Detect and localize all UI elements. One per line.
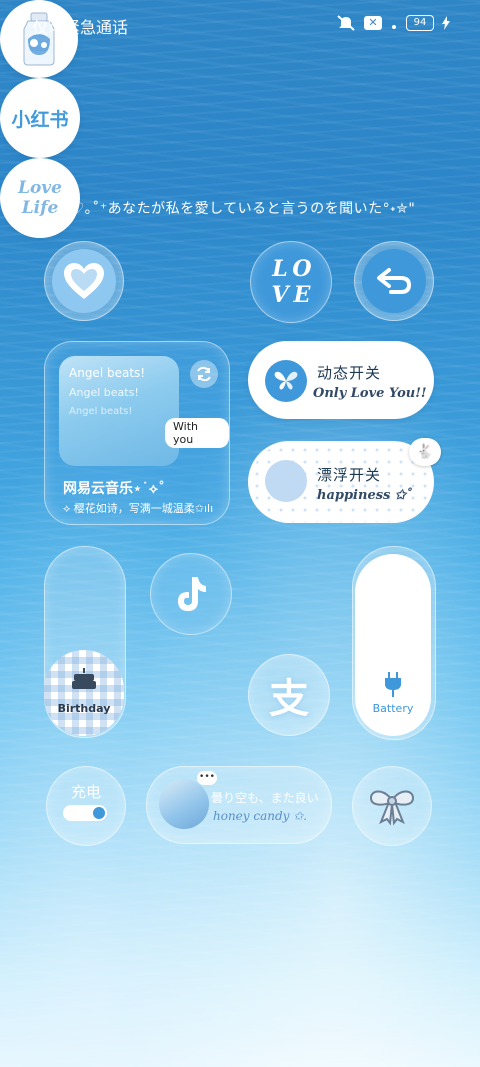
love-word: Love xyxy=(18,178,62,198)
carrier-status: 仅可紧急通话 xyxy=(32,18,129,37)
floating-switch-subtitle: happiness ✩˚ xyxy=(317,488,413,503)
refresh-icon xyxy=(197,366,211,382)
tiktok-icon xyxy=(178,577,206,611)
album-art: Angel beats! Angel beats! Angel beats! xyxy=(59,356,179,466)
heart-app-button[interactable] xyxy=(44,241,124,321)
battery-icon: 94 xyxy=(406,15,434,31)
battery-widget[interactable]: Battery xyxy=(355,554,431,736)
back-app-button[interactable] xyxy=(354,241,434,321)
cake-icon xyxy=(72,668,96,689)
xiaohongshu-app-button[interactable]: 小红书 xyxy=(0,78,80,158)
alipay-app-button[interactable]: 支 xyxy=(248,654,330,736)
dynamic-switch-title: 动态开关 xyxy=(317,364,382,382)
music-subtitle: ⟡ 樱花如诗，写满一城温柔✩ılı xyxy=(63,502,214,515)
mute-icon xyxy=(337,15,355,31)
honey-line-1: 曇り空も、また良い xyxy=(211,791,319,805)
honey-line-2: honey candy ✩. xyxy=(213,809,308,823)
music-widget[interactable]: Angel beats! Angel beats! Angel beats! W… xyxy=(44,341,230,525)
xiaohongshu-label: 小红书 xyxy=(11,108,69,131)
wifi-off-icon xyxy=(392,25,396,29)
status-bar: 仅可紧急通话 ✕ 94 xyxy=(0,0,480,48)
no-sim-icon: ✕ xyxy=(364,16,382,30)
love-app-button[interactable]: L O V E xyxy=(250,241,332,323)
floating-switch-widget[interactable]: 漂浮开关 happiness ✩˚ 🐇 xyxy=(248,438,441,523)
honey-avatar xyxy=(159,779,209,829)
ocean-wallpaper xyxy=(0,0,480,1067)
bunny-thought-icon: 🐇 xyxy=(409,438,441,466)
heart-icon xyxy=(64,263,104,299)
chat-bubble-icon: ••• xyxy=(197,771,217,785)
charge-widget[interactable]: 充电 xyxy=(46,766,126,846)
battery-label: Battery xyxy=(372,702,414,715)
honey-candy-widget[interactable]: ••• 曇り空も、また良い honey candy ✩. xyxy=(146,766,332,844)
plug-icon xyxy=(385,672,401,697)
birthday-label: Birthday xyxy=(57,702,111,715)
toggle-knob xyxy=(93,807,105,819)
dynamic-switch-subtitle: Only Love You!! xyxy=(313,386,427,401)
dynamic-switch-widget[interactable]: 动态开关 Only Love You!! xyxy=(248,341,434,419)
alipay-icon: 支 xyxy=(269,676,309,722)
refresh-button[interactable] xyxy=(190,360,218,388)
lyric-line-3: Angel beats! xyxy=(69,406,133,417)
with-you-badge: With you xyxy=(165,418,229,448)
charge-toggle[interactable] xyxy=(63,805,107,821)
butterfly-badge xyxy=(265,360,307,402)
ribbon-bow-icon xyxy=(369,790,415,826)
love-letter-l: L xyxy=(272,256,288,282)
quote-text: "♡｡˚⁺あなたが私を愛していると言うのを聞いた°˖✮" xyxy=(64,201,416,217)
love-letter-e: E xyxy=(293,282,311,308)
butterfly-icon xyxy=(274,371,298,390)
floating-switch-dot xyxy=(265,460,307,502)
love-letter-o: O xyxy=(292,256,312,282)
charging-bolt-icon xyxy=(442,16,450,30)
status-icons: ✕ 94 xyxy=(336,14,450,32)
tiktok-app-button[interactable] xyxy=(150,553,232,635)
bow-app-button[interactable] xyxy=(352,766,432,846)
return-arrow-icon xyxy=(377,268,412,294)
birthday-widget[interactable]: Birthday xyxy=(44,650,124,736)
lyric-line-1: Angel beats! xyxy=(69,366,146,380)
charge-label: 充电 xyxy=(70,783,101,801)
music-app-name: 网易云音乐⋆˙⟡˚ xyxy=(63,481,166,497)
lyric-line-2: Angel beats! xyxy=(69,386,139,399)
love-letter-v: V xyxy=(271,282,289,308)
floating-switch-title: 漂浮开关 xyxy=(317,466,382,484)
